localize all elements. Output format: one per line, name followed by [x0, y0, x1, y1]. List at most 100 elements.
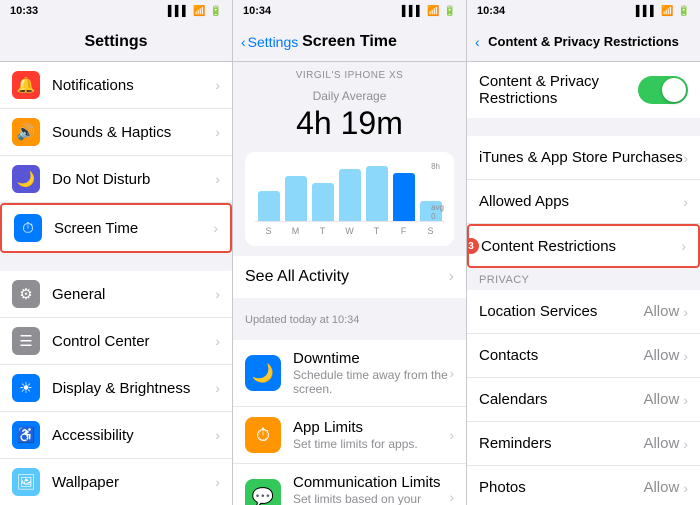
- screen-time-title: Screen Time: [302, 33, 397, 51]
- chart-label-T: T: [366, 226, 388, 236]
- time-2: 10:34: [243, 5, 271, 17]
- general-label: General: [52, 286, 211, 303]
- settings-item-display[interactable]: ☀ Display & Brightness ›: [0, 365, 232, 412]
- comm-limits-text: Communication Limits Set limits based on…: [293, 474, 449, 505]
- downtime-title: Downtime: [293, 350, 449, 367]
- privacy-chevron-contacts: ›: [683, 348, 688, 364]
- settings-item-dnd[interactable]: 🌙 Do Not Disturb ›: [0, 156, 232, 203]
- cp-label-allowed-apps: Allowed Apps: [479, 193, 683, 210]
- cp-item-allowed-apps[interactable]: Allowed Apps ›: [467, 180, 700, 224]
- privacy-label-reminders: Reminders: [479, 435, 643, 452]
- settings-item-notifications[interactable]: 🔔 Notifications ›: [0, 62, 232, 109]
- general-icon: ⚙: [12, 280, 40, 308]
- app-limits-icon: ⏱: [245, 417, 281, 453]
- privacy-chevron-reminders: ›: [683, 436, 688, 452]
- privacy-item-photos[interactable]: Photos Allow ›: [467, 466, 700, 505]
- chart-label-M: M: [285, 226, 307, 236]
- screen-time-content: VIRGIL'S IPHONE XS Daily Average 4h 19m …: [233, 62, 466, 505]
- back-label: Settings: [248, 34, 299, 50]
- cp-title: Content & Privacy Restrictions: [488, 34, 679, 49]
- usage-chart: 8havg0 SMTWTFS: [245, 152, 454, 246]
- screen-time-panel: 10:34 ▌▌▌ 📶 🔋 ‹ Settings Screen Time VIR…: [233, 0, 467, 505]
- settings-item-sounds[interactable]: 🔊 Sounds & Haptics ›: [0, 109, 232, 156]
- bar-W: [339, 169, 361, 221]
- cp-toggle-item[interactable]: Content & Privacy Restrictions: [467, 62, 700, 118]
- st-item-downtime[interactable]: 🌙 Downtime Schedule time away from the s…: [233, 340, 466, 407]
- downtime-text: Downtime Schedule time away from the scr…: [293, 350, 449, 396]
- bar-F: [393, 173, 415, 221]
- dnd-chevron: ›: [215, 171, 220, 187]
- privacy-item-calendars[interactable]: Calendars Allow ›: [467, 378, 700, 422]
- settings-item-wallpaper[interactable]: 🖼 Wallpaper ›: [0, 459, 232, 505]
- device-label: VIRGIL'S IPHONE XS: [233, 62, 466, 89]
- status-bar-3: 10:34 ▌▌▌ 📶 🔋: [467, 0, 700, 22]
- wallpaper-icon: 🖼: [12, 468, 40, 496]
- settings-panel: 10:33 ▌▌▌ 📶 🔋 Settings 🔔 Notifications ›…: [0, 0, 233, 505]
- dnd-icon: 🌙: [12, 165, 40, 193]
- bar-S: [258, 191, 280, 221]
- status-icons-3: ▌▌▌ 📶 🔋: [636, 6, 690, 17]
- screen-time-header: ‹ Settings Screen Time: [233, 22, 466, 62]
- downtime-chevron: ›: [449, 365, 454, 381]
- cp-item-content-restrictions[interactable]: 3 Content Restrictions ›: [467, 224, 700, 268]
- sounds-label: Sounds & Haptics: [52, 124, 211, 141]
- cp-app-section: iTunes & App Store Purchases › Allowed A…: [467, 136, 700, 268]
- privacy-value-contacts: Allow: [643, 347, 679, 364]
- settings-item-accessibility[interactable]: ♿ Accessibility ›: [0, 412, 232, 459]
- dnd-label: Do Not Disturb: [52, 171, 211, 188]
- display-label: Display & Brightness: [52, 380, 211, 397]
- status-bar-1: 10:33 ▌▌▌ 📶 🔋: [0, 0, 232, 22]
- badge-content-restrictions: 3: [467, 238, 479, 254]
- screen-time-label: Screen Time: [54, 220, 209, 237]
- bar-M: [285, 176, 307, 221]
- bar-T: [312, 183, 334, 221]
- general-chevron: ›: [215, 286, 220, 302]
- content-privacy-panel: 10:34 ▌▌▌ 📶 🔋 ‹ Content & Privacy Restri…: [467, 0, 700, 505]
- privacy-item-contacts[interactable]: Contacts Allow ›: [467, 334, 700, 378]
- signal-icon: ▌▌▌: [168, 6, 189, 17]
- settings-item-control-center[interactable]: ☰ Control Center ›: [0, 318, 232, 365]
- cp-header: ‹ Content & Privacy Restrictions: [467, 22, 700, 62]
- screen-time-icon: ⏱: [14, 214, 42, 242]
- total-time: 4h 19m: [233, 105, 466, 152]
- time-3: 10:34: [477, 5, 505, 17]
- cp-item-itunes[interactable]: iTunes & App Store Purchases ›: [467, 136, 700, 180]
- settings-item-screen-time[interactable]: ⏱ Screen Time ›: [0, 203, 232, 253]
- st-item-app-limits[interactable]: ⏱ App Limits Set time limits for apps. ›: [233, 407, 466, 464]
- cp-toggle-label: Content & Privacy Restrictions: [479, 73, 638, 107]
- sounds-chevron: ›: [215, 124, 220, 140]
- comm-limits-title: Communication Limits: [293, 474, 449, 491]
- privacy-label-calendars: Calendars: [479, 391, 643, 408]
- sounds-icon: 🔊: [12, 118, 40, 146]
- settings-section-main: 🔔 Notifications › 🔊 Sounds & Haptics › 🌙…: [0, 62, 232, 253]
- privacy-label-photos: Photos: [479, 479, 643, 496]
- bar-T: [366, 166, 388, 221]
- wallpaper-label: Wallpaper: [52, 474, 211, 491]
- app-limits-text: App Limits Set time limits for apps.: [293, 419, 449, 451]
- see-all-activity[interactable]: See All Activity ›: [233, 256, 466, 298]
- chart-day-labels: SMTWTFS: [255, 222, 444, 236]
- comm-limits-icon: 💬: [245, 479, 281, 505]
- privacy-item-reminders[interactable]: Reminders Allow ›: [467, 422, 700, 466]
- privacy-item-location[interactable]: Location Services Allow ›: [467, 290, 700, 334]
- cp-toggle[interactable]: [638, 76, 688, 104]
- st-item-comm-limits[interactable]: 💬 Communication Limits Set limits based …: [233, 464, 466, 505]
- chart-axis: 8havg0: [431, 162, 444, 221]
- updated-label: Updated today at 10:34: [233, 308, 466, 332]
- settings-item-general[interactable]: ⚙ General ›: [0, 271, 232, 318]
- accessibility-label: Accessibility: [52, 427, 211, 444]
- back-button[interactable]: ‹ Settings: [241, 34, 298, 50]
- cp-chevron-allowed-apps: ›: [683, 194, 688, 210]
- privacy-value-calendars: Allow: [643, 391, 679, 408]
- cp-back-button[interactable]: ‹: [475, 34, 480, 50]
- time-1: 10:33: [10, 5, 38, 17]
- app-limits-chevron: ›: [449, 427, 454, 443]
- chart-label-F: F: [393, 226, 415, 236]
- wifi-icon-2: 📶: [427, 6, 439, 17]
- status-icons-2: ▌▌▌ 📶 🔋: [402, 6, 456, 17]
- privacy-chevron-calendars: ›: [683, 392, 688, 408]
- toggle-knob: [662, 78, 686, 102]
- status-bar-2: 10:34 ▌▌▌ 📶 🔋: [233, 0, 466, 22]
- privacy-value-photos: Allow: [643, 479, 679, 496]
- downtime-icon: 🌙: [245, 355, 281, 391]
